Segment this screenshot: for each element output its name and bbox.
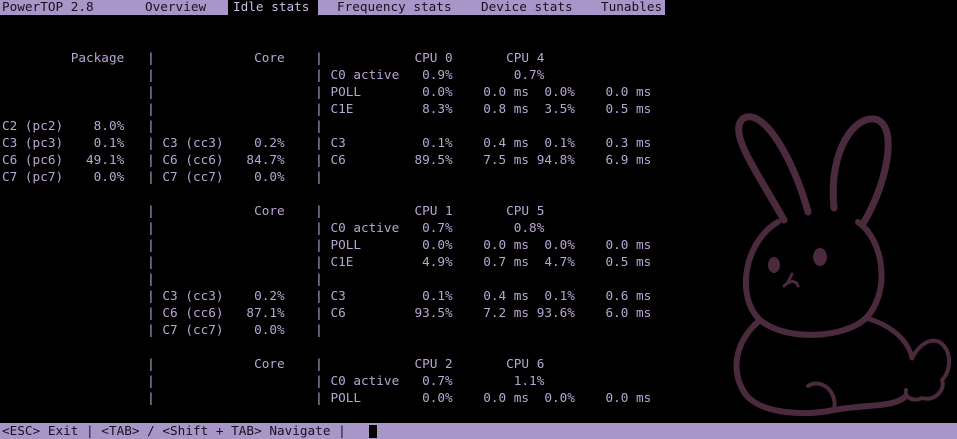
top-menu-bar: PowerTOP 2.8 Overview Idle stats Frequen… [0, 0, 665, 15]
header-row-package-core-cpu0-cpu4: Package | Core | CPU 0 CPU 4 [2, 50, 545, 65]
status-bar-text: <ESC> Exit | <TAB> / <Shift + TAB> Navig… [2, 423, 346, 438]
stat-row: C7 (pc7) 0.0% | C7 (cc7) 0.0% | [2, 169, 323, 184]
stat-row: C3 (pc3) 0.1% | C3 (cc3) 0.2% | C3 0.1% … [2, 135, 652, 150]
stat-row: | C6 (cc6) 87.1% | C6 93.5% 7.2 ms 93.6%… [2, 305, 652, 320]
stat-row: C6 (pc6) 49.1% | C6 (cc6) 84.7% | C6 89.… [2, 152, 652, 167]
stat-row: | | POLL 0.0% 0.0 ms 0.0% 0.0 ms [2, 390, 652, 405]
stat-row: | | C0 active 0.7% 0.8% [2, 220, 545, 235]
stat-row: | | C0 active 0.7% 1.1% [2, 373, 545, 388]
tab-tunables[interactable]: Tunables [601, 0, 662, 15]
text-cursor [369, 425, 377, 438]
terminal-window: PowerTOP 2.8 Overview Idle stats Frequen… [0, 0, 957, 439]
tab-frequency-stats[interactable]: Frequency stats [337, 0, 452, 15]
stat-row: C2 (pc2) 8.0% | | [2, 118, 323, 133]
stat-row: | | C1E 8.3% 0.8 ms 3.5% 0.5 ms [2, 101, 652, 116]
tab-idle-stats[interactable]: Idle stats [228, 0, 318, 15]
app-title: PowerTOP 2.8 [2, 0, 94, 14]
header-row-core-cpu2-cpu6: | Core | CPU 2 CPU 6 [2, 356, 545, 371]
status-bar: <ESC> Exit | <TAB> / <Shift + TAB> Navig… [0, 423, 957, 439]
stat-row: | | POLL 0.0% 0.0 ms 0.0% 0.0 ms [2, 84, 652, 99]
tab-device-stats[interactable]: Device stats [481, 0, 573, 15]
stat-row: | C7 (cc7) 0.0% | [2, 322, 323, 337]
bunny-wallpaper-image [733, 113, 951, 416]
stat-row: | C3 (cc3) 0.2% | C3 0.1% 0.4 ms 0.1% 0.… [2, 288, 652, 303]
stat-row: | | [2, 271, 323, 286]
tab-overview[interactable]: Overview [145, 0, 206, 15]
header-row-core-cpu1-cpu5: | Core | CPU 1 CPU 5 [2, 203, 545, 218]
stat-row: | | C1E 4.9% 0.7 ms 4.7% 0.5 ms [2, 254, 652, 269]
stat-row: | | C0 active 0.9% 0.7% [2, 67, 545, 82]
stat-row: | | POLL 0.0% 0.0 ms 0.0% 0.0 ms [2, 237, 652, 252]
